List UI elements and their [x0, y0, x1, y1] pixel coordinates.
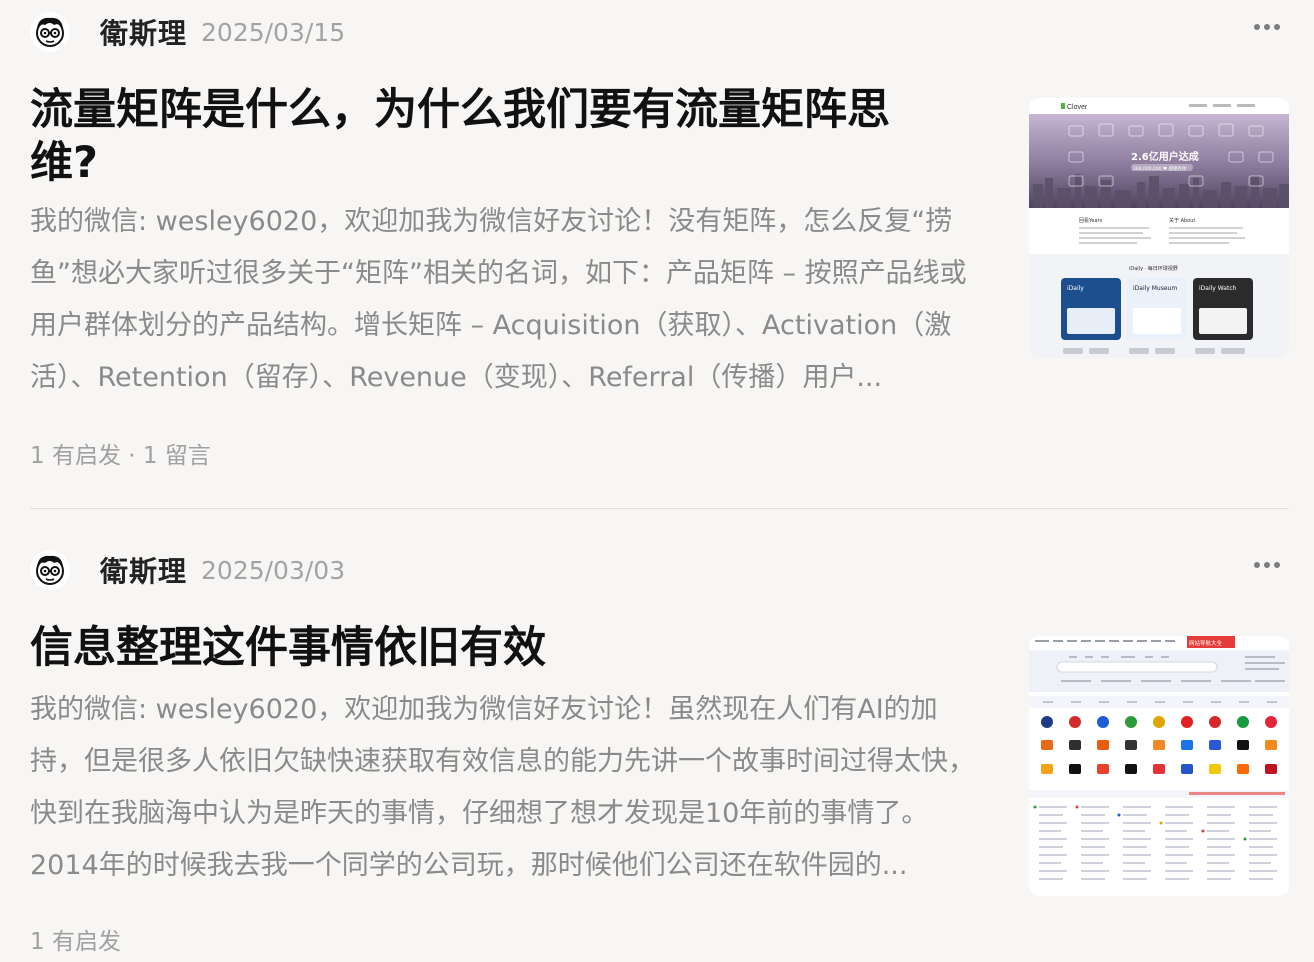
- thumb-section-b: 关于 About: [1169, 217, 1195, 224]
- article-title[interactable]: 流量矩阵是什么，为什么我们要有流量矩阵思维?: [30, 84, 930, 190]
- more-options-button[interactable]: [1250, 558, 1284, 572]
- thumb-card-heading: iDaily · 每日环球视野: [1129, 265, 1178, 272]
- author-name[interactable]: 衛斯理: [100, 550, 187, 590]
- post-date: 2025/03/03: [201, 555, 346, 585]
- avatar[interactable]: [30, 12, 70, 52]
- thumb-badge: 网站导航大全: [1189, 639, 1223, 647]
- post-divider: [30, 508, 1289, 509]
- thumb-card-3: iDaily Watch: [1199, 285, 1237, 292]
- thumbnail-image: Clover 2.6亿用户达成 260,000,000 ♥ 感谢有你 回看Yea…: [1029, 98, 1289, 358]
- cartoon-face-with-glasses-icon: [36, 17, 64, 47]
- cartoon-face-with-glasses-icon: [36, 555, 64, 585]
- author-row: 衛斯理 2025/03/03: [30, 550, 345, 590]
- thumb-card-1: iDaily: [1067, 285, 1084, 292]
- article-thumbnail[interactable]: Clover 2.6亿用户达成 260,000,000 ♥ 感谢有你 回看Yea…: [1029, 98, 1289, 358]
- article-excerpt[interactable]: 我的微信: wesley6020，欢迎加我为微信好友讨论！虽然现在人们有AI的加…: [30, 684, 988, 892]
- thumb-brand: Clover: [1067, 104, 1088, 111]
- thumb-section-a: 回看Years: [1079, 217, 1103, 224]
- more-options-button[interactable]: [1250, 20, 1284, 34]
- article-feed: 衛斯理 2025/03/15 流量矩阵是什么，为什么我们要有流量矩阵思维? 我的…: [0, 0, 1314, 962]
- more-dots-icon: [1254, 562, 1260, 568]
- article-excerpt[interactable]: 我的微信: wesley6020，欢迎加我为微信好友讨论！没有矩阵，怎么反复“捞…: [30, 196, 988, 404]
- avatar[interactable]: [30, 550, 70, 590]
- thumb-subline: 260,000,000 ♥ 感谢有你: [1133, 165, 1187, 172]
- article-thumbnail[interactable]: 网站导航大全: [1029, 636, 1289, 896]
- article-card[interactable]: 衛斯理 2025/03/03 信息整理这件事情依旧有效 我的微信: wesley…: [0, 538, 1314, 962]
- post-date: 2025/03/15: [201, 17, 346, 47]
- article-title[interactable]: 信息整理这件事情依旧有效: [30, 622, 930, 675]
- article-stats: 1 有启发 · 1 留言: [30, 443, 211, 469]
- article-stats: 1 有启发: [30, 929, 121, 955]
- author-name[interactable]: 衛斯理: [100, 12, 187, 52]
- article-card[interactable]: 衛斯理 2025/03/15 流量矩阵是什么，为什么我们要有流量矩阵思维? 我的…: [0, 0, 1314, 510]
- thumb-headline: 2.6亿用户达成: [1131, 150, 1199, 163]
- more-dots-icon: [1254, 24, 1260, 30]
- thumb-card-2: iDaily Museum: [1133, 285, 1177, 292]
- thumbnail-image: 网站导航大全: [1029, 636, 1289, 896]
- author-row: 衛斯理 2025/03/15: [30, 12, 345, 52]
